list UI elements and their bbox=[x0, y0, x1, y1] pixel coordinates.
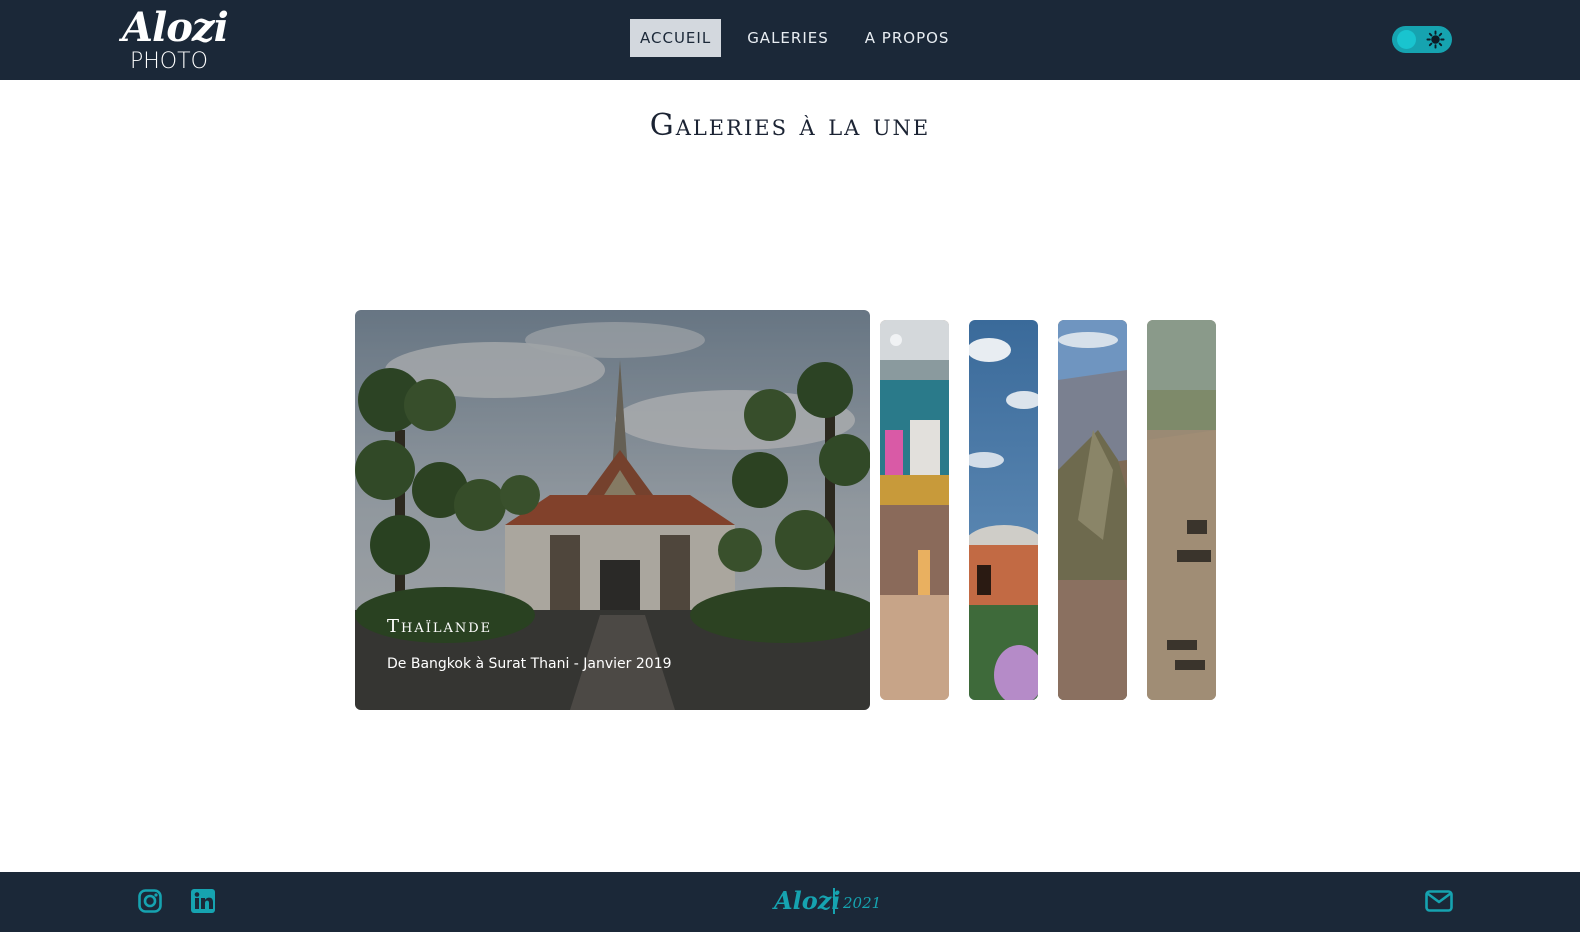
featured-gallery-card[interactable]: Thaïlande De Bangkok à Surat Thani - Jan… bbox=[355, 310, 870, 710]
gallery-thumbnail-image bbox=[969, 320, 1038, 700]
gallery-thumbnail-image bbox=[1058, 320, 1127, 700]
card-overlay bbox=[355, 310, 870, 710]
featured-gallery-title: Thaïlande bbox=[387, 616, 493, 637]
featured-gallery-subtitle: De Bangkok à Surat Thani - Janvier 2019 bbox=[387, 656, 672, 672]
instagram-icon[interactable] bbox=[137, 888, 163, 914]
gallery-thumbnail-3[interactable] bbox=[1058, 320, 1127, 700]
gallery-thumbnail-image bbox=[880, 320, 949, 700]
linkedin-icon[interactable] bbox=[190, 888, 216, 914]
gallery-thumbnail-image bbox=[1147, 320, 1216, 700]
gallery-thumbnail-4[interactable] bbox=[1147, 320, 1216, 700]
footer-year: 2021 bbox=[843, 894, 882, 912]
gallery-thumbnail-2[interactable] bbox=[969, 320, 1038, 700]
footer-brand: Alozi bbox=[774, 886, 841, 915]
mail-icon[interactable] bbox=[1425, 890, 1453, 912]
featured-gallery-carousel: Thaïlande De Bangkok à Surat Thani - Jan… bbox=[0, 0, 1580, 932]
footer-divider bbox=[833, 888, 835, 914]
gallery-thumbnail-1[interactable] bbox=[880, 320, 949, 700]
site-footer: Alozi 2021 bbox=[0, 872, 1580, 932]
